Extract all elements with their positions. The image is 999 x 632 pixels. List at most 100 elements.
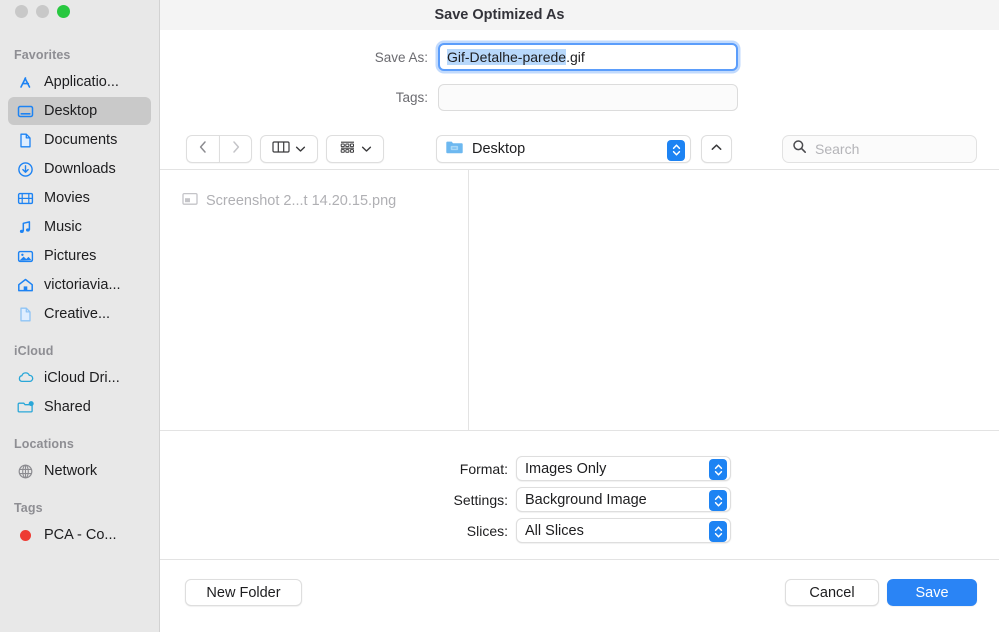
format-value: Images Only	[525, 460, 607, 477]
sidebar-section-tags-header: Tags	[14, 501, 43, 515]
file-name: Screenshot 2...t 14.20.15.png	[206, 193, 397, 209]
sidebar-item-label: Applicatio...	[44, 74, 119, 90]
pictures-icon	[16, 247, 35, 266]
chevron-down-icon	[361, 140, 372, 158]
location-popup-button[interactable]: Desktop	[436, 135, 691, 163]
page-title: Save Optimized As	[434, 7, 565, 23]
icloud-icon	[16, 369, 35, 388]
chevron-down-icon	[295, 140, 306, 158]
export-options: Format: Images Only Settings: Background…	[160, 432, 999, 560]
save-dialog-window: Favorites Applicatio... Desktop Document…	[0, 0, 999, 632]
window-controls	[15, 5, 70, 18]
sidebar-item-label: Desktop	[44, 103, 98, 119]
settings-stepper-icon[interactable]	[709, 490, 727, 511]
sidebar-item-label: PCA - Co...	[44, 527, 117, 543]
applications-icon	[16, 73, 35, 92]
settings-value: Background Image	[525, 491, 647, 508]
sidebar-item-label: victoriavia...	[44, 277, 121, 293]
title-bar: Save Optimized As	[160, 0, 999, 30]
shared-folder-icon	[16, 398, 35, 417]
format-popup[interactable]: Images Only	[516, 456, 731, 481]
format-row: Format: Images Only	[160, 456, 731, 481]
sidebar-item-icloud-drive[interactable]: iCloud Dri...	[8, 364, 151, 392]
sidebar-scroll-area[interactable]: Favorites Applicatio... Desktop Document…	[0, 42, 159, 632]
file-browser-column-2[interactable]	[470, 170, 999, 431]
slices-stepper-icon[interactable]	[709, 521, 727, 542]
sidebar-item-label: Music	[44, 219, 82, 235]
slices-value: All Slices	[525, 522, 584, 539]
sidebar-item-label: Movies	[44, 190, 90, 206]
folder-icon	[445, 139, 464, 160]
zoom-button[interactable]	[57, 5, 70, 18]
save-as-input[interactable]: Gif-Detalhe-parede .gif	[438, 43, 738, 71]
sidebar: Favorites Applicatio... Desktop Document…	[0, 0, 160, 632]
tags-row: Tags:	[318, 84, 738, 111]
sidebar-item-label: iCloud Dri...	[44, 370, 120, 386]
search-input[interactable]: Search	[782, 135, 977, 163]
group-by-button[interactable]	[326, 135, 384, 163]
sidebar-item-desktop[interactable]: Desktop	[8, 97, 151, 125]
file-browser-column-1[interactable]: Screenshot 2...t 14.20.15.png	[160, 170, 469, 431]
list-item[interactable]: Screenshot 2...t 14.20.15.png	[160, 190, 468, 212]
location-stepper-icon[interactable]	[667, 139, 685, 161]
save-button[interactable]: Save	[887, 579, 977, 606]
minimize-button[interactable]	[36, 5, 49, 18]
sidebar-item-music[interactable]: Music	[8, 213, 151, 241]
view-mode-button[interactable]	[260, 135, 318, 163]
cancel-button[interactable]: Cancel	[785, 579, 879, 606]
sidebar-section-locations-header: Locations	[14, 437, 74, 451]
forward-button[interactable]	[219, 135, 252, 163]
format-stepper-icon[interactable]	[709, 459, 727, 480]
sidebar-item-applications[interactable]: Applicatio...	[8, 68, 151, 96]
sidebar-item-label: Creative...	[44, 306, 111, 322]
name-fields-area: Save As: Gif-Detalhe-parede .gif Tags:	[160, 30, 999, 130]
sidebar-section-icloud-header: iCloud	[14, 344, 54, 358]
sidebar-item-pictures[interactable]: Pictures	[8, 242, 151, 270]
sidebar-item-tag-pca[interactable]: PCA - Co...	[8, 521, 151, 549]
home-icon	[16, 276, 35, 295]
downloads-icon	[16, 160, 35, 179]
back-button[interactable]	[186, 135, 219, 163]
column-view-icon	[272, 140, 290, 159]
chevron-up-icon	[710, 140, 723, 158]
new-folder-button[interactable]: New Folder	[185, 579, 302, 606]
dialog-footer: New Folder Cancel Save	[160, 561, 999, 632]
sidebar-item-creative[interactable]: Creative...	[8, 300, 151, 328]
sidebar-item-movies[interactable]: Movies	[8, 184, 151, 212]
sidebar-item-label: Pictures	[44, 248, 97, 264]
sidebar-item-home[interactable]: victoriavia...	[8, 271, 151, 299]
sidebar-item-label: Shared	[44, 399, 91, 415]
go-up-button[interactable]	[701, 135, 732, 163]
save-as-extension-text: .gif	[566, 49, 585, 65]
save-as-label: Save As:	[374, 49, 428, 65]
save-as-selected-text: Gif-Detalhe-parede	[447, 49, 567, 65]
document-icon	[16, 305, 35, 324]
format-label: Format:	[459, 460, 508, 477]
settings-row: Settings: Background Image	[160, 487, 731, 512]
chevron-left-icon	[197, 140, 209, 159]
close-button[interactable]	[15, 5, 28, 18]
location-label: Desktop	[472, 141, 526, 157]
search-placeholder: Search	[815, 141, 860, 157]
settings-label: Settings:	[453, 491, 508, 508]
document-icon	[16, 131, 35, 150]
network-globe-icon	[16, 462, 35, 481]
settings-popup[interactable]: Background Image	[516, 487, 731, 512]
red-tag-dot-icon	[16, 526, 35, 545]
sidebar-item-documents[interactable]: Documents	[8, 126, 151, 154]
sidebar-item-label: Downloads	[44, 161, 116, 177]
sidebar-item-label: Network	[44, 463, 98, 479]
tags-label: Tags:	[395, 90, 428, 105]
image-file-icon	[182, 192, 198, 211]
desktop-icon	[16, 102, 35, 121]
sidebar-item-downloads[interactable]: Downloads	[8, 155, 151, 183]
tags-input[interactable]	[438, 84, 738, 111]
save-as-row: Save As: Gif-Detalhe-parede .gif	[318, 43, 738, 71]
sidebar-item-network[interactable]: Network	[8, 457, 151, 485]
sidebar-item-shared[interactable]: Shared	[8, 393, 151, 421]
sidebar-section-favorites-header: Favorites	[14, 48, 71, 62]
gallery-view-icon	[339, 140, 356, 159]
chevron-right-icon	[230, 140, 242, 159]
music-icon	[16, 218, 35, 237]
slices-popup[interactable]: All Slices	[516, 518, 731, 543]
